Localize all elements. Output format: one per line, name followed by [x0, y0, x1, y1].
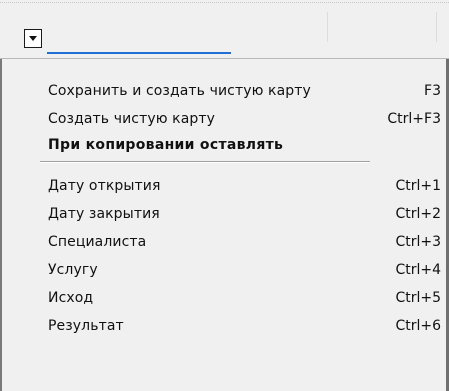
menu-separator — [40, 161, 370, 163]
menu-item-label: Дату открытия — [48, 178, 161, 194]
menu-item-result[interactable]: Результат Ctrl+6 — [2, 312, 446, 340]
toolbar — [0, 0, 449, 59]
menu-item-label: Результат — [48, 318, 124, 334]
menu-item-open-date[interactable]: Дату открытия Ctrl+1 — [2, 172, 446, 200]
menu-item-shortcut: Ctrl+4 — [395, 262, 441, 278]
menu-item-save-and-create-blank-card[interactable]: Сохранить и создать чистую карту F3 — [2, 77, 446, 105]
menu-item-shortcut: F3 — [424, 83, 441, 99]
menu-item-label: Услугу — [48, 262, 98, 278]
menu-item-outcome[interactable]: Исход Ctrl+5 — [2, 284, 446, 312]
menu-section-header: При копировании оставлять — [2, 131, 446, 159]
app-window: Сохранить и создать чистую карту F3 Созд… — [0, 0, 449, 391]
context-menu: Сохранить и создать чистую карту F3 Созд… — [0, 59, 449, 391]
menu-item-label: Сохранить и создать чистую карту — [48, 83, 311, 99]
toolbar-separator — [436, 12, 437, 42]
triangle-down-icon — [29, 35, 37, 41]
menu-item-close-date[interactable]: Дату закрытия Ctrl+2 — [2, 200, 446, 228]
dropdown-toggle-button[interactable] — [24, 29, 42, 48]
menu-item-shortcut: Ctrl+5 — [395, 290, 441, 306]
menu-header-label: При копировании оставлять — [48, 137, 284, 153]
menu-item-create-blank-card[interactable]: Создать чистую карту Ctrl+F3 — [2, 105, 446, 133]
menu-item-label: Дату закрытия — [48, 206, 160, 222]
toolbar-separator — [327, 12, 328, 42]
menu-item-shortcut: Ctrl+3 — [395, 234, 441, 250]
menu-item-shortcut: Ctrl+F3 — [387, 111, 441, 127]
menu-item-service[interactable]: Услугу Ctrl+4 — [2, 256, 446, 284]
active-tab-underline — [47, 52, 231, 54]
toolbar-top-dotted-line — [0, 2, 449, 4]
menu-item-label: Исход — [48, 290, 94, 306]
menu-item-shortcut: Ctrl+6 — [395, 318, 441, 334]
menu-item-label: Специалиста — [48, 234, 147, 250]
menu-item-specialist[interactable]: Специалиста Ctrl+3 — [2, 228, 446, 256]
menu-item-label: Создать чистую карту — [48, 111, 216, 127]
menu-item-shortcut: Ctrl+1 — [395, 178, 441, 194]
menu-item-shortcut: Ctrl+2 — [395, 206, 441, 222]
